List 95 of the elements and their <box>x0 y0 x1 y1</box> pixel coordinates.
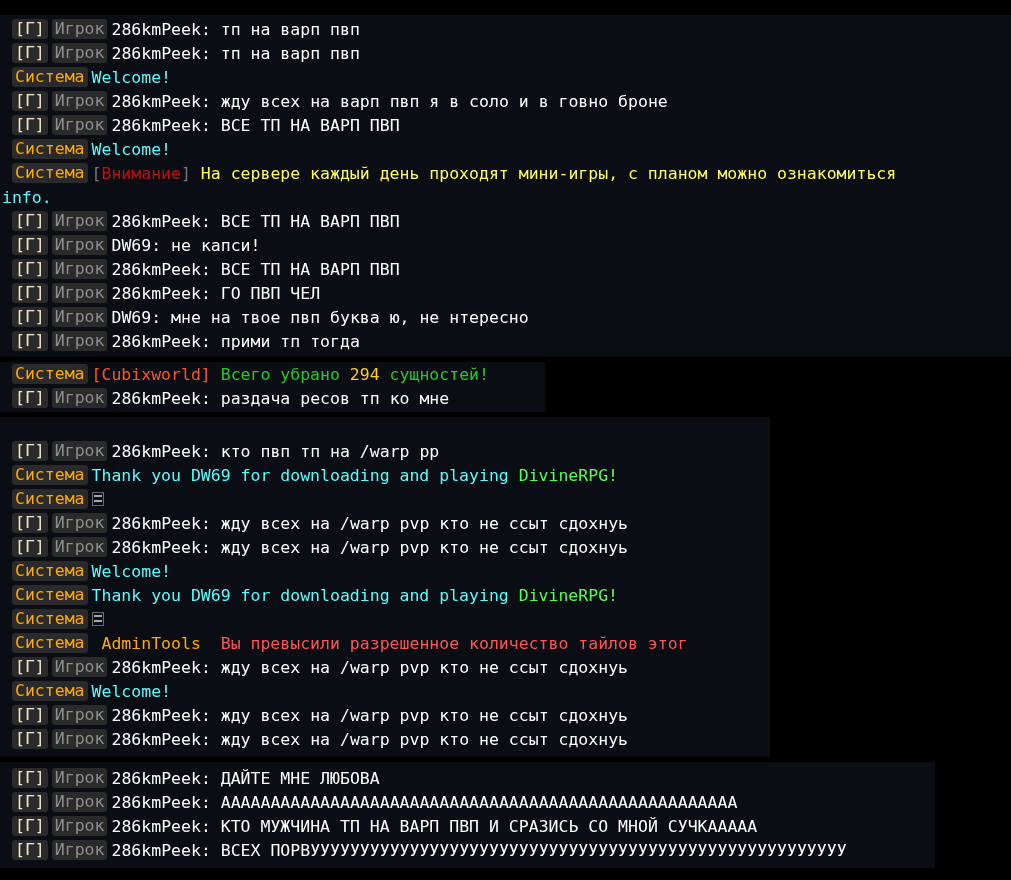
message-text: 286kmPeek: прими тп тогда <box>111 331 360 351</box>
message-text: 286kmPeek: ВСЕХ ПОРВУУУУУУУУУУУУУУУУУУУУУУУУУУУУУУУУУУУУУУУУУУУУУУУУУУУУУУ <box>111 840 847 860</box>
missing-glyph-icon <box>91 492 104 506</box>
rank-tag: Система <box>12 609 88 629</box>
channel-tag: [Г] <box>12 441 48 461</box>
channel-tag: [Г] <box>12 307 48 327</box>
rank-tag: Игрок <box>51 388 108 408</box>
channel-tag: [Г] <box>12 792 48 812</box>
message-text: 286kmPeek: жду всех на /warp pvp кто не ссыт сдохнуь <box>111 705 629 725</box>
rank-tag: Игрок <box>51 705 108 725</box>
channel-tag: [Г] <box>12 816 48 836</box>
message-text: На сервере каждый день проходят мини-игры, с планом можно ознакомиться <box>199 163 897 183</box>
rank-tag: Игрок <box>51 19 108 39</box>
message-text: 286kmPeek: жду всех на /warp pvp кто не ссыт сдохнуь <box>111 513 629 533</box>
channel-tag: [Г] <box>12 235 48 255</box>
rank-tag: Игрок <box>51 259 108 279</box>
missing-glyph-icon <box>91 612 104 626</box>
message-text: ] <box>180 163 191 183</box>
rank-tag: Игрок <box>51 307 108 327</box>
channel-tag: [Г] <box>12 768 48 788</box>
rank-tag: Система <box>12 163 88 183</box>
message-text: 286kmPeek: ВСЕ ТП НА ВАРП ПВП <box>111 211 400 231</box>
message-text: AdminTools <box>100 633 202 653</box>
message-text: DW69: мне на твое пвп буква ю, не нтересно <box>111 307 529 327</box>
rank-tag: Игрок <box>51 768 108 788</box>
channel-tag: [Г] <box>12 283 48 303</box>
rank-tag: Игрок <box>51 537 108 557</box>
rank-tag: Игрок <box>51 115 108 135</box>
rank-tag: Система <box>12 364 88 384</box>
rank-tag: Игрок <box>51 792 108 812</box>
message-text: 286kmPeek: КТО МУЖЧИНА ТП НА ВАРП ПВП И СРАЗИСЬ СО МНОЙ СУЧКААААА <box>111 816 758 836</box>
channel-tag: [Г] <box>12 537 48 557</box>
message-text: 286kmPeek: ВСЕ ТП НА ВАРП ПВП <box>111 115 400 135</box>
message-text: [Cubixworld] <box>91 364 211 384</box>
rank-tag: Игрок <box>51 513 108 533</box>
rank-tag: Система <box>12 561 88 581</box>
channel-tag: [Г] <box>12 211 48 231</box>
channel-tag: [Г] <box>12 513 48 533</box>
message-text: Внимание <box>101 163 181 183</box>
channel-tag: [Г] <box>12 657 48 677</box>
channel-tag: [Г] <box>12 840 48 860</box>
channel-tag: [Г] <box>12 388 48 408</box>
message-text: 286kmPeek: жду всех на варп пвп я в соло и в говно броне <box>111 91 668 111</box>
message-text: Welcome! <box>91 561 172 581</box>
message-text: DivineRPG! <box>518 465 619 485</box>
message-text: [ <box>91 163 102 183</box>
message-text: info. <box>2 187 52 207</box>
message-text: 286kmPeek: жду всех на /warp pvp кто не ссыт сдохнуь <box>111 729 629 749</box>
message-text: 286kmPeek: тп на варп пвп <box>111 43 360 63</box>
message-text: 294 <box>349 364 380 384</box>
message-text: DivineRPG! <box>518 585 619 605</box>
message-text: сущностей! <box>388 364 489 384</box>
message-text: 286kmPeek: жду всех на /warp pvp кто не ссыт сдохнуь <box>111 657 629 677</box>
message-text: 286kmPeek: раздача ресов тп ко мне <box>111 388 450 408</box>
message-text: 286kmPeek: ВСЕ ТП НА ВАРП ПВП <box>111 259 400 279</box>
rank-tag: Система <box>12 585 88 605</box>
rank-tag: Игрок <box>51 235 108 255</box>
rank-tag: Система <box>12 633 88 653</box>
message-text: 286kmPeek: кто пвп тп на /warp pp <box>111 441 440 461</box>
message-text: Вы превысили разрешенное количество тайлов этог <box>219 633 688 653</box>
message-text: Welcome! <box>91 67 172 87</box>
channel-tag: [Г] <box>12 729 48 749</box>
rank-tag: Игрок <box>51 43 108 63</box>
channel-tag: [Г] <box>12 331 48 351</box>
rank-tag: Игрок <box>51 211 108 231</box>
rank-tag: Система <box>12 681 88 701</box>
rank-tag: Игрок <box>51 729 108 749</box>
message-text: 286kmPeek: АААААААААААААААААААААААААААААААААААААААААААААААААААА <box>111 792 738 812</box>
rank-tag: Игрок <box>51 816 108 836</box>
channel-tag: [Г] <box>12 259 48 279</box>
message-text: 286kmPeek: тп на варп пвп <box>111 19 360 39</box>
rank-tag: Система <box>12 67 88 87</box>
rank-tag: Игрок <box>51 91 108 111</box>
message-text: Thank you DW69 for downloading and playing <box>91 465 510 485</box>
message-text: Welcome! <box>91 139 172 159</box>
message-text: 286kmPeek: ГО ПВП ЧЕЛ <box>111 283 321 303</box>
rank-tag: Система <box>12 489 88 509</box>
channel-tag: [Г] <box>12 91 48 111</box>
rank-tag: Игрок <box>51 283 108 303</box>
message-text: Всего убрано <box>219 364 341 384</box>
channel-tag: [Г] <box>12 43 48 63</box>
channel-tag: [Г] <box>12 705 48 725</box>
rank-tag: Игрок <box>51 840 108 860</box>
message-text: DW69: не капси! <box>111 235 261 255</box>
channel-tag: [Г] <box>12 115 48 135</box>
message-text: 286kmPeek: жду всех на /warp pvp кто не ссыт сдохнуь <box>111 537 629 557</box>
message-text: 286kmPeek: ДАЙТЕ МНЕ ЛЮБОВА <box>111 768 380 788</box>
message-text: Welcome! <box>91 681 172 701</box>
channel-tag: [Г] <box>12 19 48 39</box>
rank-tag: Игрок <box>51 331 108 351</box>
rank-tag: Игрок <box>51 441 108 461</box>
message-text: Thank you DW69 for downloading and playing <box>91 585 510 605</box>
rank-tag: Система <box>12 465 88 485</box>
rank-tag: Система <box>12 139 88 159</box>
rank-tag: Игрок <box>51 657 108 677</box>
